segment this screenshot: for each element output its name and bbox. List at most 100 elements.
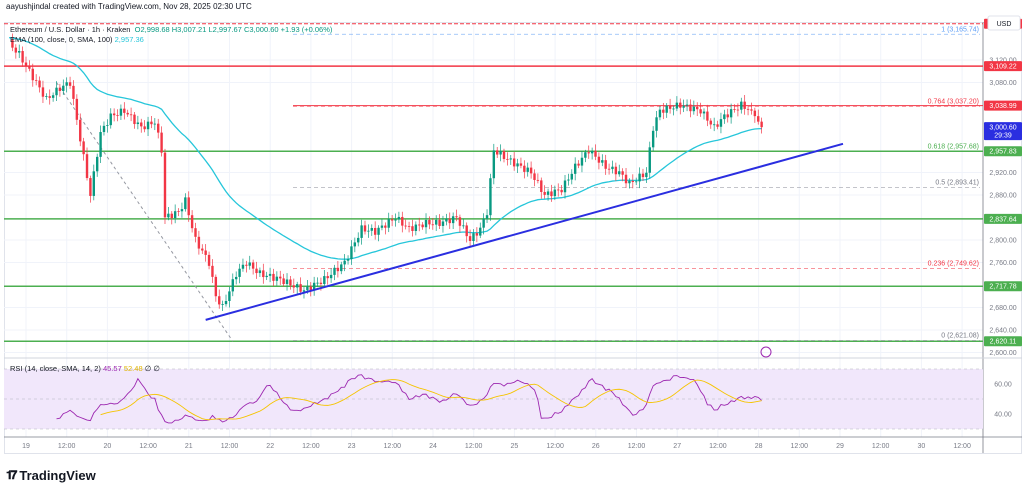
candle-body [533,173,536,180]
x-tick-label: 12:00 [384,443,402,450]
candle-body [448,218,451,224]
candle-body [668,105,672,109]
candle-body [516,163,519,167]
candle-body [160,132,163,153]
y-tick-label: 2,680.00 [989,305,1016,312]
candle-body [102,125,106,133]
candle-body [631,180,635,183]
candle-body [234,276,238,280]
candle-body [360,225,363,238]
candle-body [238,268,241,277]
candle-body [24,62,28,66]
candle-body [167,213,170,218]
candle-body [187,197,190,216]
price-label-text: 2,620.11 [990,339,1017,346]
candle-body [231,279,234,292]
candle-body [299,284,302,292]
candle-body [689,104,692,112]
x-tick-label: 20 [104,443,112,450]
x-tick-label: 12:00 [139,443,157,450]
candle-body [621,171,624,175]
logo-text: TradingView [19,468,96,483]
candle-body [529,167,533,174]
candle-body [373,227,377,235]
candle-body [146,121,150,130]
candle-body [434,219,438,225]
candle-body [255,268,258,274]
price-label-text: 2,957.83 [989,149,1016,156]
candle-body [21,51,24,63]
candle-body [268,273,272,276]
y-tick-label: 2,920.00 [989,170,1016,177]
candle-body [292,285,296,288]
candle-body [153,123,157,125]
candle-body [445,218,448,222]
candle-body [112,113,116,116]
candle-body [41,87,45,97]
candle-body [706,111,709,121]
ema-label: EMA (100, close, 0, SMA, 100) [10,35,113,44]
candle-body [58,87,62,91]
candle-body [479,227,482,236]
candle-body [31,68,34,81]
candle-body [651,130,655,148]
price-chart[interactable]: 19 12:00 20 12:00 21 12:00 22 12:00 23 12:00 24 12:… [0,0,1024,460]
fib-level-label: 0.618 (2,957.68) [928,143,979,150]
candle-body [380,225,384,228]
candle-body [62,85,65,91]
candle-body [333,267,336,275]
x-tick-label: 26 [592,443,600,450]
candle-body [418,224,421,226]
y-tick-label: 2,600.00 [989,350,1016,357]
candle-body [662,109,665,113]
candle-body [557,189,560,191]
candle-body [350,246,353,260]
candle-body [736,109,740,111]
x-tick-label: 12:00 [58,443,76,450]
candle-body [496,150,499,155]
candle-body [468,236,472,241]
candle-body [143,126,146,130]
candle-body [441,221,445,226]
candle-body [136,122,140,125]
symbol-legend: Ethereum / U.S. Dollar · 1h · Kraken O2,… [10,25,332,34]
candle-body [129,114,133,116]
candle-body [733,109,736,110]
candle-body [204,250,207,255]
candle-body [241,264,245,269]
x-tick-label: 27 [673,443,681,450]
candle-body [279,276,282,279]
candle-body [462,225,465,227]
candle-body [51,95,55,98]
candle-body [726,114,729,118]
candle-body [404,225,407,227]
candle-body [638,173,641,182]
candle-body [214,276,218,297]
candle-body [353,242,357,247]
fib-level-label: 0 (2,621.08) [941,333,979,340]
candle-body [363,225,367,232]
rsi-label: RSI (14, close, SMA, 14, 2) [10,364,101,373]
candle-body [465,225,468,237]
candle-body [740,101,743,110]
candle-body [618,171,621,175]
candle-body [316,282,319,284]
candle-body [580,157,584,166]
x-tick-label: 22 [266,443,274,450]
tradingview-logo[interactable]: 𝟏𝟕 TradingView [6,468,96,483]
candle-body [672,108,675,110]
candle-body [218,296,221,305]
candle-body [729,109,733,118]
y-tick-label: 2,880.00 [989,193,1016,200]
candle-body [265,275,268,278]
candle-body [68,82,72,86]
candle-body [190,215,194,229]
candle-body [502,151,506,159]
rsi-extra: ∅ ∅ [144,364,160,373]
candle-body [512,158,516,167]
candle-body [597,156,601,163]
candle-body [482,218,485,228]
y-tick-label: 3,080.00 [989,80,1016,87]
candle-body [560,189,563,193]
candle-body [28,65,31,69]
